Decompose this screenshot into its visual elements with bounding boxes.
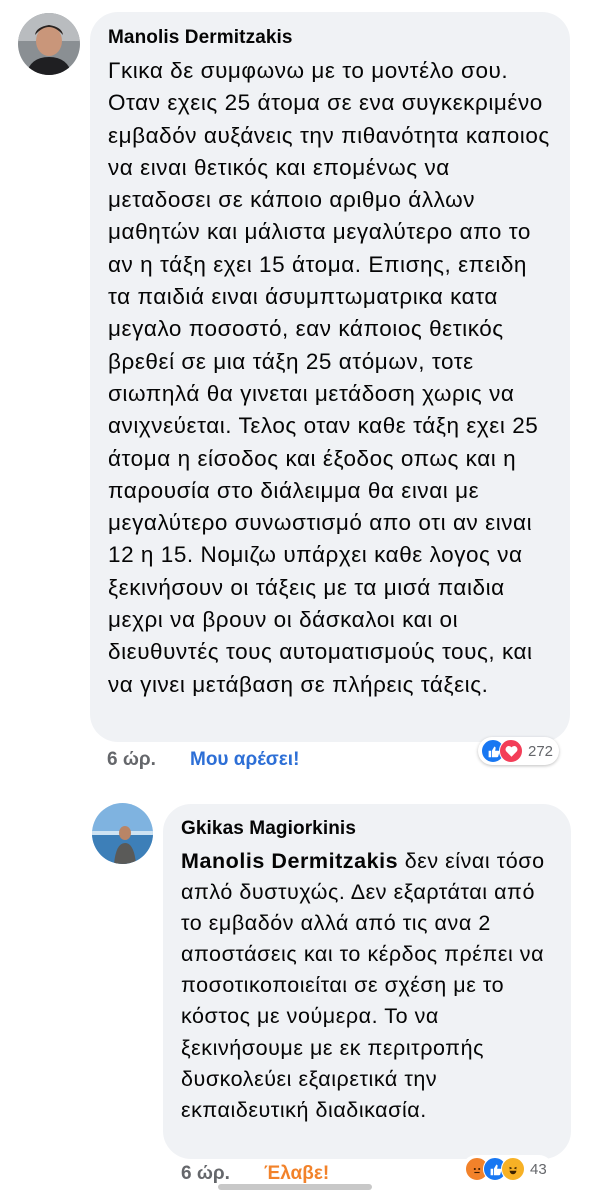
comment-text: Γκικα δε συμφωνω με το μοντέλο σου. Οταν… (108, 58, 550, 697)
home-indicator[interactable] (218, 1184, 372, 1190)
avatar-gkikas[interactable] (92, 803, 153, 864)
comment-bubble: Manolis Dermitzakis Γκικα δε συμφωνω με … (90, 12, 570, 742)
person-avatar-icon (92, 803, 153, 864)
comment-author[interactable]: Gkikas Magiorkinis (181, 817, 557, 841)
love-reaction-icon (499, 739, 523, 763)
comment-thread: Manolis Dermitzakis Γκικα δε συμφωνω με … (0, 0, 589, 1200)
reactions-summary[interactable]: 272 (478, 737, 560, 765)
reply-bubble: Gkikas Magiorkinis Manolis Dermitzakis δ… (163, 804, 571, 1159)
reactions-summary[interactable]: 43 (462, 1155, 553, 1183)
like-button[interactable]: Έλαβε! (264, 1163, 329, 1185)
reply-text: δεν είναι τόσο απλό δυστυχώς. Δεν εξαρτά… (181, 849, 545, 1122)
reaction-count: 43 (530, 1160, 547, 1178)
comment-text: Manolis Dermitzakis δεν είναι τόσο απλό … (181, 846, 557, 1126)
comment-timestamp[interactable]: 6 ώρ. (181, 1163, 230, 1185)
haha-reaction-icon (501, 1157, 525, 1181)
mention-link[interactable]: Manolis Dermitzakis (181, 849, 398, 873)
comment-author[interactable]: Manolis Dermitzakis (108, 26, 556, 50)
person-avatar-icon (18, 13, 80, 75)
reaction-count: 272 (528, 742, 554, 760)
avatar-manolis[interactable] (18, 13, 80, 75)
like-button[interactable]: Μου αρέσει! (190, 749, 299, 771)
comment-timestamp[interactable]: 6 ώρ. (107, 749, 156, 771)
